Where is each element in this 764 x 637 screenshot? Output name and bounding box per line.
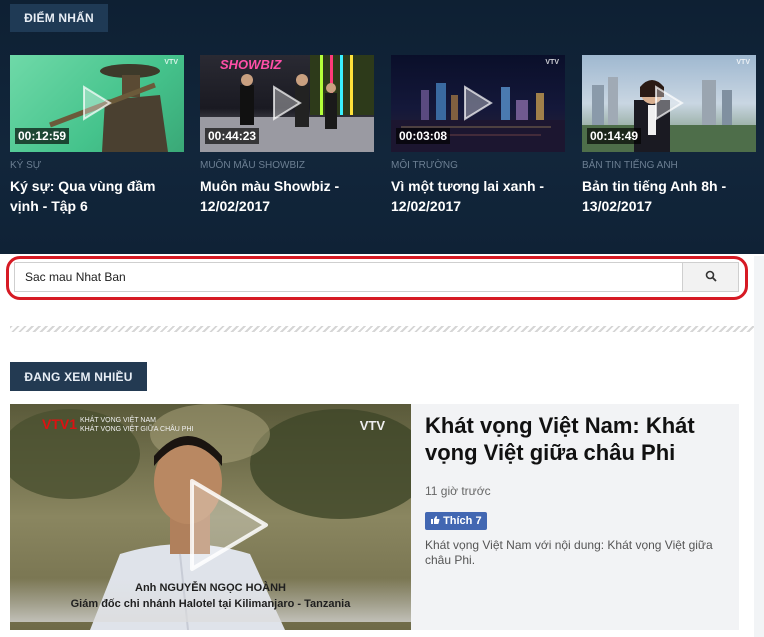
caption-name: Anh NGUYỄN NGỌC HOÀNH xyxy=(135,582,286,594)
search-icon xyxy=(705,270,717,282)
channel-logo: VTV xyxy=(164,59,178,66)
video-duration: 00:12:59 xyxy=(15,128,70,144)
video-duration: 00:14:49 xyxy=(587,128,642,144)
caption-role: Giám đốc chi nhánh Halotel tại Kilimanja… xyxy=(70,598,351,610)
video-card[interactable]: SHOWBIZ 00:44:23 MUÔN MẦU SHOWBIZ Muôn m… xyxy=(200,55,374,216)
channel-logo: VTV xyxy=(736,59,750,66)
search-input[interactable] xyxy=(15,263,684,291)
video-card[interactable]: VTV 00:14:49 BẢN TIN TIẾNG ANH Bản tin t… xyxy=(582,55,756,216)
featured-description: Khát vọng Việt Nam với nội dung: Khát vọ… xyxy=(425,538,713,567)
featured-video-thumbnail[interactable]: VTV1 KHÁT VỌNG VIỆT NAM KHÁT VỌNG VIỆT GI… xyxy=(10,404,411,630)
featured-title[interactable]: Khát vọng Việt Nam: Khát vọng Việt giữa … xyxy=(425,412,733,466)
program-tag: KHÁT VỌNG VIỆT NAM KHÁT VỌNG VIỆT GIỮA CH… xyxy=(80,417,194,433)
diem-nhan-button[interactable]: ĐIỂM NHẤN xyxy=(10,4,108,32)
channel-logo: VTV xyxy=(545,59,559,66)
video-duration: 00:03:08 xyxy=(396,128,451,144)
video-thumbnail[interactable]: SHOWBIZ 00:44:23 xyxy=(200,55,374,152)
dang-xem-nhieu-button[interactable]: ĐANG XEM NHIỀU xyxy=(10,362,147,391)
video-thumbnail[interactable]: VTV 00:03:08 xyxy=(391,55,565,152)
play-icon[interactable] xyxy=(463,85,493,121)
play-icon[interactable] xyxy=(654,85,684,121)
video-title[interactable]: Bản tin tiếng Anh 8h - 13/02/2017 xyxy=(582,176,756,216)
facebook-like-button[interactable]: Thích 7 xyxy=(425,512,487,530)
video-thumbnail[interactable]: VTV 00:14:49 xyxy=(582,55,756,152)
video-category: MUÔN MẦU SHOWBIZ xyxy=(200,160,305,171)
like-label: Thích 7 xyxy=(443,515,482,527)
thumbnail-overlay-text: SHOWBIZ xyxy=(220,57,282,72)
vtv-watermark: VTV xyxy=(359,418,385,433)
video-card[interactable]: VTV 00:12:59 KÝ SỰ Ký sự: Qua vùng đầm v… xyxy=(10,55,184,216)
featured-video-card[interactable]: VTV1 KHÁT VỌNG VIỆT NAM KHÁT VỌNG VIỆT GI… xyxy=(10,404,739,630)
page-edge xyxy=(754,256,764,637)
highlight-video-list: VTV 00:12:59 KÝ SỰ Ký sự: Qua vùng đầm v… xyxy=(10,55,756,245)
video-category: BẢN TIN TIẾNG ANH xyxy=(582,160,678,171)
search-bar xyxy=(14,262,739,292)
vtv-logo: VTV1 xyxy=(42,416,78,432)
play-icon[interactable] xyxy=(82,85,112,121)
video-title[interactable]: Vì một tương lai xanh - 12/02/2017 xyxy=(391,176,565,216)
video-thumbnail[interactable]: VTV 00:12:59 xyxy=(10,55,184,152)
video-category: MÔI TRƯỜNG xyxy=(391,160,458,171)
highlight-section: ĐIỂM NHẤN VTV 00:12:59 KÝ SỰ Ký sự: Qua … xyxy=(0,0,764,254)
featured-timestamp: 11 giờ trước xyxy=(425,484,491,498)
featured-text: Khát vọng Việt Nam: Khát vọng Việt giữa … xyxy=(425,412,733,568)
thumbs-up-icon xyxy=(431,516,440,524)
video-title[interactable]: Ký sự: Qua vùng đầm vịnh - Tập 6 xyxy=(10,176,184,216)
play-icon[interactable] xyxy=(186,477,270,573)
search-button[interactable] xyxy=(682,263,738,291)
play-icon[interactable] xyxy=(272,85,302,121)
video-duration: 00:44:23 xyxy=(205,128,260,144)
video-title[interactable]: Muôn màu Showbiz - 12/02/2017 xyxy=(200,176,374,216)
video-card[interactable]: VTV 00:03:08 MÔI TRƯỜNG Vì một tương lai… xyxy=(391,55,565,216)
section-divider xyxy=(10,326,754,332)
video-category: KÝ SỰ xyxy=(10,160,42,171)
